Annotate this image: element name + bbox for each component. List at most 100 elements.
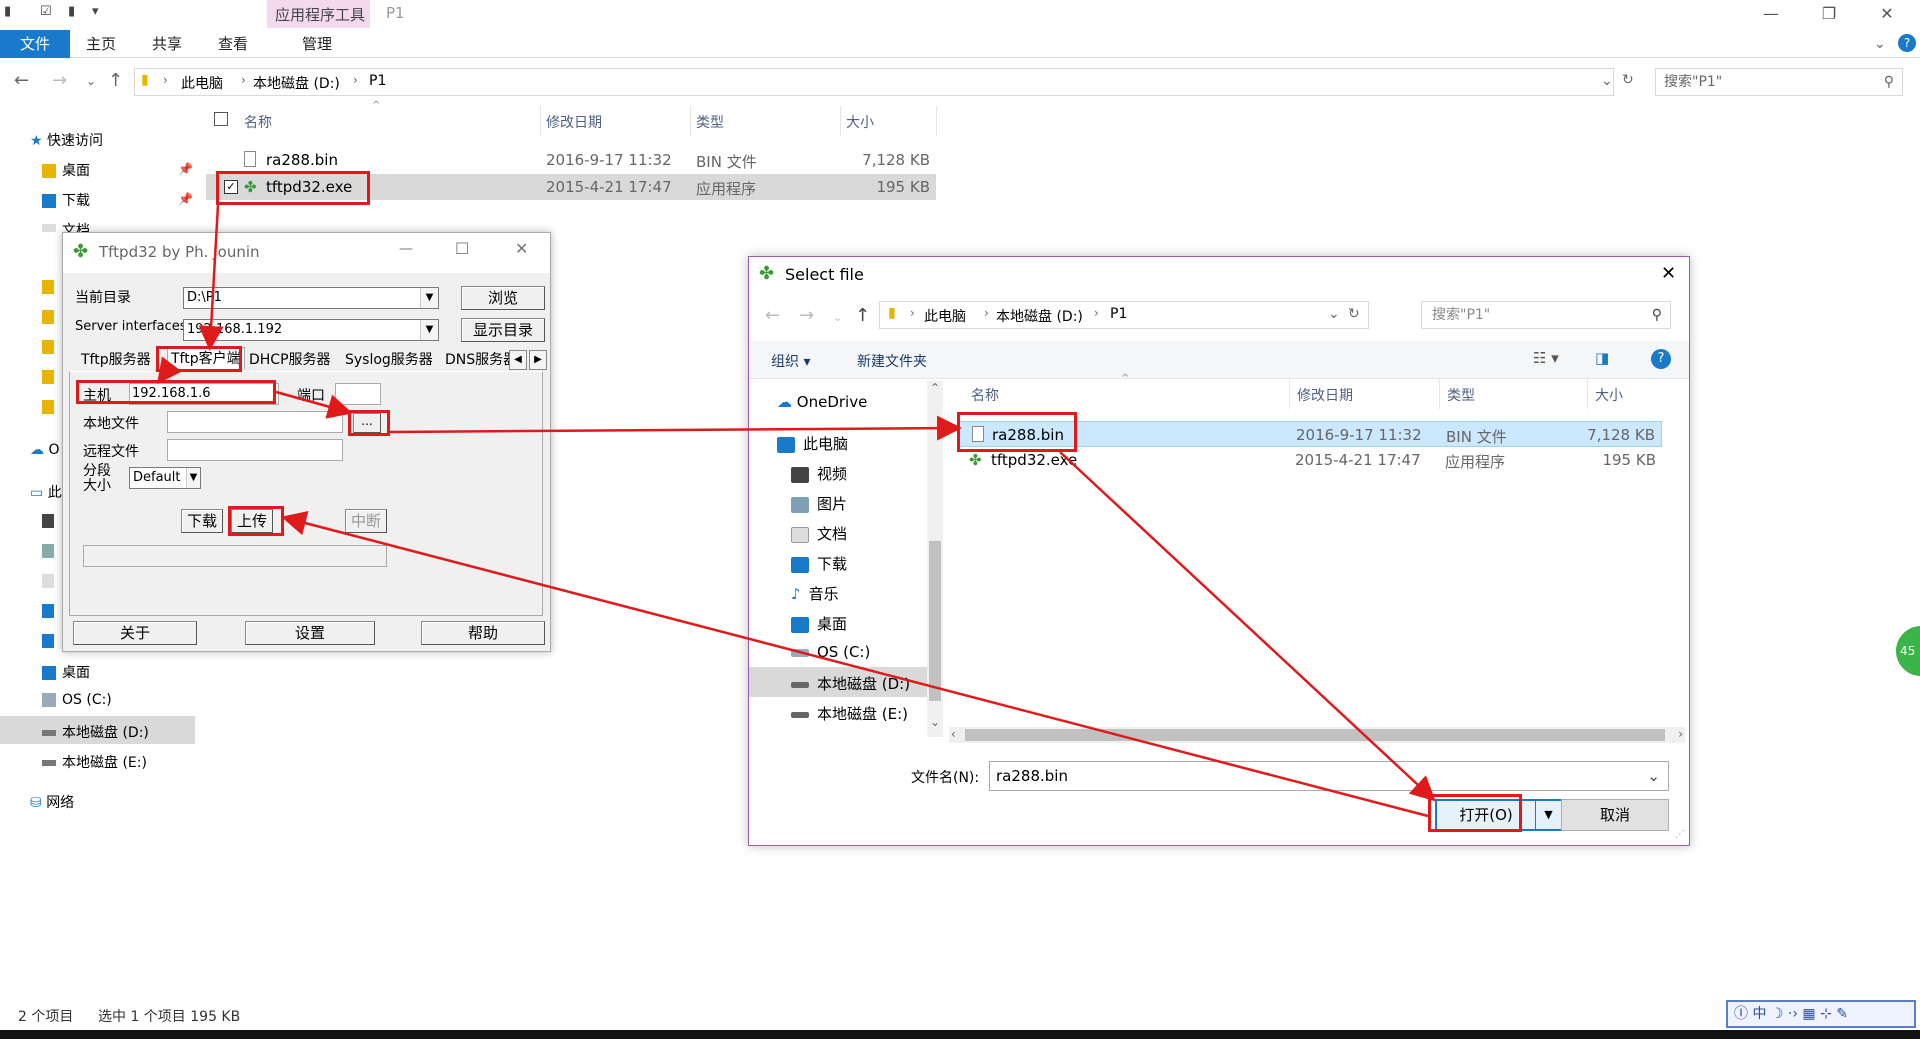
breadcrumb-thispc[interactable]: 此电脑 [181,73,223,93]
refresh-icon[interactable]: ↻ [1622,72,1634,88]
dlg-nav-desktop[interactable]: 桌面 [791,613,847,634]
forward-icon[interactable]: → [52,70,67,91]
breadcrumb-drive[interactable]: 本地磁盘 (D:) [253,73,340,93]
ime-toolbar[interactable]: Ⓘ 中 ☽ ·› ▦ ⊹ ✎ [1726,1000,1916,1028]
back-icon[interactable]: ← [14,70,29,91]
scroll-down-icon[interactable]: ⌄ [930,715,940,729]
tab-scroll-left-icon[interactable]: ◀ [509,350,527,370]
open-dropdown-icon[interactable]: ▼ [1535,801,1561,829]
tab-manage[interactable]: 管理 [288,30,346,58]
maximize-button[interactable]: ☐ [455,239,469,258]
dlg-nav-pictures[interactable]: 图片 [791,493,847,514]
cancel-button[interactable]: 取消 [1561,799,1669,831]
download-button[interactable]: 下载 [181,509,223,533]
minimize-button[interactable]: — [1742,0,1800,30]
local-file-input[interactable] [167,411,343,433]
close-button[interactable]: ✕ [1661,263,1676,284]
address-bar[interactable]: ▮ › 此电脑 › 本地磁盘 (D:) › P1 ⌄ [134,68,1614,96]
breadcrumb-folder[interactable]: P1 [369,73,386,89]
select-all-checkbox[interactable] [214,112,228,126]
ribbon-expand-icon[interactable]: ⌄ [1874,36,1886,52]
recent-dropdown-icon[interactable]: ⌄ [833,311,842,324]
about-button[interactable]: 关于 [73,621,197,645]
help-icon[interactable]: ? [1651,349,1671,369]
block-size-select[interactable]: Default ▼ [129,467,201,489]
dlg-nav-onedrive[interactable]: ☁ OneDrive [777,393,867,411]
dialog-address-bar[interactable]: ▮ › 此电脑 › 本地磁盘 (D:) › P1 ⌄ ↻ [879,301,1369,329]
column-type[interactable]: 类型 [1447,385,1475,405]
view-options-icon[interactable]: ☷ ▾ [1533,349,1559,367]
resize-grip-icon[interactable]: ⋰ [1675,829,1685,840]
nav-desktop[interactable]: 桌面 [42,662,90,682]
nav-os-c[interactable]: OS (C:) [42,692,112,708]
server-if-combo[interactable]: 192.168.1.192 ▼ [183,319,439,341]
dialog-search-input[interactable]: 搜索"P1" ⚲ [1421,301,1671,329]
column-modified[interactable]: 修改日期 [546,112,602,132]
column-modified[interactable]: 修改日期 [1297,385,1353,405]
tab-file[interactable]: 文件 [0,30,70,58]
tab-home[interactable]: 主页 [72,30,130,58]
scroll-left-icon[interactable]: ‹ [951,727,956,741]
pin-icon[interactable]: 📌 [178,162,193,176]
breadcrumb-drive[interactable]: 本地磁盘 (D:) [996,306,1083,326]
tab-dhcp-server[interactable]: DHCP服务器 [249,349,331,371]
tab-dns-server[interactable]: DNS服务器 [445,349,511,371]
nav-local-e[interactable]: 本地磁盘 (E:) [42,752,147,772]
column-name[interactable]: 名称 [244,112,272,132]
tab-share[interactable]: 共享 [138,30,196,58]
settings-button[interactable]: 设置 [245,621,375,645]
dlg-nav-thispc[interactable]: 此电脑 [777,433,848,454]
show-dir-button[interactable]: 显示目录 [461,318,545,342]
refresh-icon[interactable]: ↻ [1348,306,1360,322]
column-size[interactable]: 大小 [846,112,874,132]
nav-quick-documents[interactable]: 文档 [42,220,90,232]
filename-input[interactable]: ra288.bin ⌄ [989,761,1669,791]
organize-menu[interactable]: 组织 ▾ [771,351,810,371]
preview-pane-icon[interactable]: ◨ [1595,349,1609,367]
dlg-nav-local-e[interactable]: 本地磁盘 (E:) [791,703,908,724]
dlg-nav-music[interactable]: ♪ 音乐 [791,583,839,604]
properties-icon[interactable]: ☑ [40,4,52,19]
pin-icon[interactable]: 📌 [178,192,193,206]
side-widget-badge[interactable]: 45 [1896,626,1920,676]
forward-icon[interactable]: → [799,305,814,326]
help-button[interactable]: 帮助 [421,621,545,645]
nav-quick-desktop[interactable]: 桌面 [42,160,90,180]
break-button[interactable]: 中断 [345,509,387,533]
address-dropdown-icon[interactable]: ⌄ [1328,306,1340,322]
nav-onedrive[interactable]: ☁ O [30,442,59,458]
file-row[interactable]: ra288.bin 2016-9-17 11:32 BIN 文件 7,128 K… [206,147,936,173]
chevron-down-icon[interactable]: ⌄ [1647,762,1660,790]
back-icon[interactable]: ← [765,305,780,326]
dlg-nav-documents[interactable]: 文档 [791,523,847,544]
remote-file-input[interactable] [167,439,343,461]
qat-dropdown-icon[interactable]: ▾ [92,4,99,19]
breadcrumb-folder[interactable]: P1 [1110,306,1127,322]
nav-local-d[interactable]: 本地磁盘 (D:) [42,722,149,742]
tab-tftp-server[interactable]: Tftp服务器 [81,349,151,371]
scroll-up-icon[interactable]: ⌃ [930,381,940,395]
nav-quick-downloads[interactable]: 下载 [42,190,90,210]
scroll-right-icon[interactable]: › [1678,727,1683,741]
dlg-nav-downloads[interactable]: 下载 [791,553,847,574]
nav-thispc[interactable]: ▭ 此 [30,482,62,502]
breadcrumb-thispc[interactable]: 此电脑 [924,306,966,326]
port-input[interactable] [335,383,381,405]
up-icon[interactable]: ↑ [108,70,123,91]
new-folder-icon[interactable]: ▮ [68,4,75,19]
column-size[interactable]: 大小 [1595,385,1623,405]
dlg-nav-local-d[interactable]: 本地磁盘 (D:) [791,673,910,694]
close-button[interactable]: ✕ [1858,0,1916,30]
address-dropdown-icon[interactable]: ⌄ [1601,73,1613,89]
tab-syslog-server[interactable]: Syslog服务器 [345,349,433,371]
nav-scrollbar[interactable]: ⌃ ⌄ [927,381,943,737]
column-name[interactable]: 名称 [971,385,999,405]
up-icon[interactable]: ↑ [855,305,870,326]
restore-button[interactable]: ❐ [1800,0,1858,30]
close-button[interactable]: ✕ [515,239,528,258]
tab-view[interactable]: 查看 [204,30,262,58]
help-icon[interactable]: ? [1898,34,1916,52]
browse-button[interactable]: 浏览 [461,286,545,310]
nav-network[interactable]: ⛁ 网络 [30,792,74,812]
tab-scroll-right-icon[interactable]: ▶ [529,350,547,370]
